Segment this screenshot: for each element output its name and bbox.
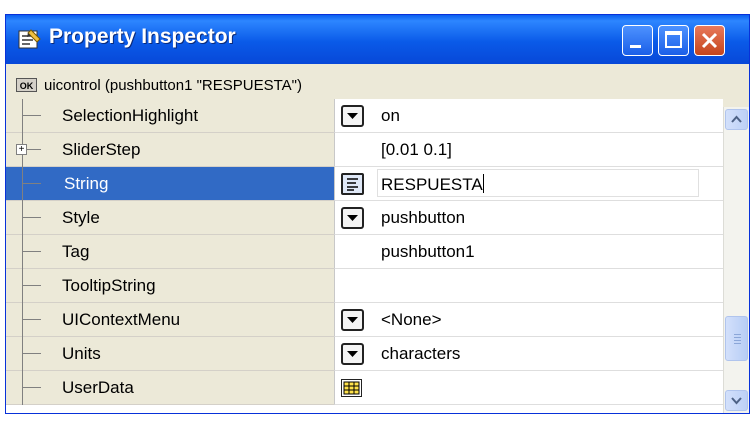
tree-line xyxy=(23,251,41,252)
window-title: Property Inspector xyxy=(49,25,236,48)
chevron-down-icon xyxy=(347,351,358,357)
property-row-tag[interactable]: Tag pushbutton1 xyxy=(6,235,723,269)
string-value-text: RESPUESTA xyxy=(381,175,483,194)
property-row-selectionhighlight[interactable]: SelectionHighlight on xyxy=(6,99,723,133)
chevron-down-icon xyxy=(347,215,358,221)
property-value: RESPUESTA xyxy=(381,174,484,195)
name-cell: String xyxy=(6,167,334,201)
tree-line xyxy=(23,387,41,388)
value-cell[interactable]: RESPUESTA xyxy=(334,167,723,201)
property-value: pushbutton xyxy=(381,208,466,227)
property-row-units[interactable]: Units characters xyxy=(6,337,723,371)
expand-icon[interactable]: + xyxy=(16,144,27,155)
chevron-down-icon xyxy=(347,317,358,323)
title-bar[interactable]: Property Inspector xyxy=(6,15,749,64)
property-value: <None> xyxy=(381,310,442,329)
property-value: characters xyxy=(381,344,461,363)
tree-line xyxy=(22,303,23,337)
scroll-thumb[interactable] xyxy=(725,316,748,361)
scroll-up-button[interactable] xyxy=(725,109,748,130)
thumb-grip xyxy=(734,334,741,335)
tree-line xyxy=(22,167,23,201)
property-inspector-icon xyxy=(18,28,42,50)
thumb-grip xyxy=(734,343,741,344)
property-name: Style xyxy=(62,208,100,227)
dropdown-button[interactable] xyxy=(341,207,364,229)
minimize-button[interactable] xyxy=(622,25,653,56)
value-cell[interactable]: characters xyxy=(334,337,723,371)
property-row-string[interactable]: String RESPUESTA xyxy=(6,167,723,201)
value-cell[interactable]: on xyxy=(334,99,723,133)
dropdown-button[interactable] xyxy=(341,343,364,365)
property-row-style[interactable]: Style pushbutton xyxy=(6,201,723,235)
text-caret xyxy=(482,174,484,193)
property-row-userdata[interactable]: UserData xyxy=(6,371,723,405)
property-row-uicontextmenu[interactable]: UIContextMenu <None> xyxy=(6,303,723,337)
chevron-down-icon xyxy=(347,113,358,119)
property-name: String xyxy=(64,174,109,193)
tree-line xyxy=(22,371,23,405)
maximize-icon xyxy=(665,31,682,48)
property-name: SelectionHighlight xyxy=(62,106,199,125)
name-cell: UserData xyxy=(6,371,334,405)
dropdown-button[interactable] xyxy=(341,309,364,331)
chevron-down-icon xyxy=(731,397,742,405)
name-cell: SelectionHighlight xyxy=(6,99,334,133)
name-cell: UIContextMenu xyxy=(6,303,334,337)
tree-line xyxy=(23,285,41,286)
chevron-up-icon xyxy=(731,115,742,123)
property-value: on xyxy=(381,106,400,125)
thumb-grip xyxy=(734,337,741,338)
maximize-button[interactable] xyxy=(658,25,689,56)
property-name: UIContextMenu xyxy=(62,310,181,329)
property-name: UserData xyxy=(62,378,134,397)
name-cell: TooltipString xyxy=(6,269,334,303)
property-row-sliderstep[interactable]: + SliderStep [0.01 0.1] xyxy=(6,133,723,167)
name-cell: + SliderStep xyxy=(6,133,334,167)
value-cell[interactable] xyxy=(334,269,723,303)
name-cell: Units xyxy=(6,337,334,371)
property-name: TooltipString xyxy=(62,276,156,295)
text-editor-icon xyxy=(347,178,358,191)
matrix-editor-button[interactable] xyxy=(341,379,362,397)
object-label: uicontrol (pushbutton1 "RESPUESTA") xyxy=(44,77,302,94)
tree-line xyxy=(22,99,23,133)
value-cell[interactable]: pushbutton xyxy=(334,201,723,235)
property-row-tooltipstring[interactable]: TooltipString xyxy=(6,269,723,303)
name-cell: Style xyxy=(6,201,334,235)
minimize-icon xyxy=(630,45,641,48)
tree-line xyxy=(23,183,41,184)
tree-line xyxy=(23,217,41,218)
scroll-down-button[interactable] xyxy=(725,390,748,411)
property-value: pushbutton1 xyxy=(381,242,475,261)
grid-icon xyxy=(343,381,360,395)
vertical-scrollbar[interactable] xyxy=(723,107,749,413)
property-name: Units xyxy=(62,344,101,363)
name-cell: Tag xyxy=(6,235,334,269)
value-cell[interactable]: pushbutton1 xyxy=(334,235,723,269)
text-editor-button[interactable] xyxy=(341,173,364,195)
tree-line xyxy=(22,269,23,303)
tree-line xyxy=(22,201,23,235)
property-name: SliderStep xyxy=(62,140,141,159)
property-value: [0.01 0.1] xyxy=(381,140,452,159)
value-cell[interactable]: <None> xyxy=(334,303,723,337)
tree-line xyxy=(23,353,41,354)
pushbutton-type-icon: OK xyxy=(16,78,37,92)
tree-line xyxy=(23,115,41,116)
tree-line xyxy=(23,319,41,320)
string-input[interactable]: RESPUESTA xyxy=(377,169,699,197)
property-grid: SelectionHighlight on + SliderStep [0.01… xyxy=(6,99,723,413)
value-cell[interactable]: [0.01 0.1] xyxy=(334,133,723,167)
tree-line xyxy=(22,235,23,269)
close-button[interactable] xyxy=(694,25,725,56)
thumb-grip xyxy=(734,340,741,341)
property-name: Tag xyxy=(62,242,90,261)
value-cell[interactable] xyxy=(334,371,723,405)
close-icon xyxy=(701,32,718,49)
property-inspector-window: Property Inspector OK uicontrol (pushbut… xyxy=(5,14,750,414)
dropdown-button[interactable] xyxy=(341,105,364,127)
tree-line xyxy=(22,337,23,371)
